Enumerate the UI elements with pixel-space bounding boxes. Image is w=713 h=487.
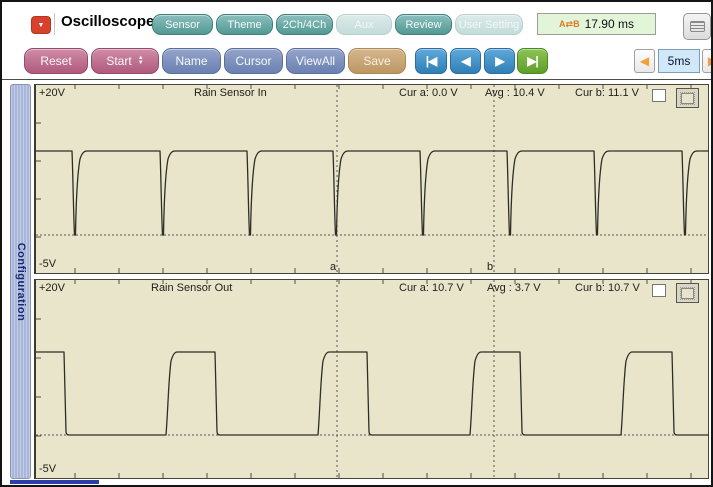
page-title: Oscilloscope (61, 13, 154, 30)
app-menu-button[interactable]: ▼ (31, 16, 51, 34)
channel-2-name: Rain Sensor Out (151, 282, 232, 294)
channel-2-checkbox[interactable] (652, 284, 666, 297)
channel-2-top-voltage: +20V (39, 282, 65, 294)
name-button[interactable]: Name (162, 48, 221, 74)
channel-1-avg-value: Avg : 10.4 V (485, 87, 545, 99)
sidebar-resize-handle[interactable] (10, 480, 99, 484)
review-button[interactable]: Review (395, 14, 452, 35)
oscilloscope-window: ▼ Oscilloscope Sensor Theme 2Ch/4Ch Aux … (0, 0, 713, 487)
user-setting-button[interactable]: User Setting (455, 14, 523, 35)
step-forward-button[interactable]: ▶ (484, 48, 515, 74)
channel-1-waveform (36, 85, 709, 273)
cursor-a-marker[interactable]: a (330, 261, 336, 273)
timebase-value: 5ms (658, 49, 700, 73)
channel-1-name: Rain Sensor In (194, 87, 267, 99)
a-b-delta-icon: A⇄B (559, 19, 580, 30)
channel-1-bottom-voltage: -5V (39, 258, 56, 270)
channel-1-top-voltage: +20V (39, 87, 65, 99)
title-separator (54, 13, 55, 35)
cursor-delta-readout: A⇄B 17.90 ms (537, 13, 656, 35)
channel-2-expand-button[interactable] (676, 283, 699, 303)
channel-2-panel: +20V Rain Sensor Out Cur a: 10.7 V Avg :… (34, 279, 709, 479)
step-back-button[interactable]: ◀ (450, 48, 481, 74)
start-button[interactable]: Start ▲▼ (91, 48, 159, 74)
toolbar-divider (2, 79, 713, 80)
channel-1-expand-button[interactable] (676, 88, 699, 108)
channel-1-cursor-a-value: Cur a: 0.0 V (399, 87, 458, 99)
delta-time-value: 17.90 ms (585, 17, 634, 31)
aux-button[interactable]: Aux (336, 14, 392, 35)
viewall-button[interactable]: ViewAll (286, 48, 345, 74)
goto-start-button[interactable]: |◀ (415, 48, 447, 74)
theme-button[interactable]: Theme (216, 14, 273, 35)
expand-icon (681, 93, 694, 104)
channel-mode-button[interactable]: 2Ch/4Ch (276, 14, 333, 35)
channel-2-waveform (36, 280, 709, 478)
start-spinner-icon: ▲▼ (138, 56, 144, 66)
sensor-button[interactable]: Sensor (152, 14, 213, 35)
reset-button[interactable]: Reset (24, 48, 88, 74)
timebase-decrease-button[interactable]: ◀ (634, 49, 655, 73)
channel-1-checkbox[interactable] (652, 89, 666, 102)
cursor-b-marker[interactable]: b (487, 261, 493, 273)
goto-end-button[interactable]: ▶| (517, 48, 548, 74)
dropdown-arrow-icon: ▼ (38, 22, 45, 29)
timebase-increase-button[interactable]: ▶ (702, 49, 713, 73)
channel-2-cursor-b-value: Cur b: 10.7 V (575, 282, 640, 294)
panel-lines-icon (690, 21, 705, 32)
channel-2-bottom-voltage: -5V (39, 463, 56, 475)
channel-2-avg-value: Avg : 3.7 V (487, 282, 541, 294)
expand-icon (681, 288, 694, 299)
channel-2-cursor-a-value: Cur a: 10.7 V (399, 282, 464, 294)
configuration-tab[interactable]: Configuration (10, 84, 31, 479)
save-button[interactable]: Save (348, 48, 406, 74)
channel-1-cursor-b-value: Cur b: 11.1 V (575, 87, 639, 99)
display-panel-button[interactable] (683, 13, 711, 40)
channel-1-panel: +20V Rain Sensor In Cur a: 0.0 V Avg : 1… (34, 84, 709, 274)
cursor-button[interactable]: Cursor (224, 48, 283, 74)
